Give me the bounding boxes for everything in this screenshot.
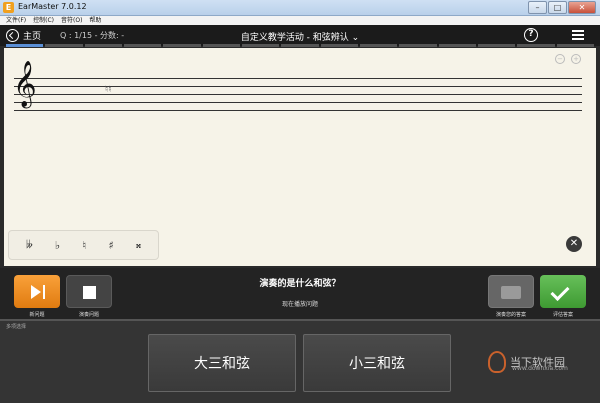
app-icon: E	[3, 2, 14, 13]
assess-answer-label: 评估答案	[552, 312, 573, 318]
hamburger-menu-icon[interactable]	[572, 30, 584, 40]
progress-segment	[281, 44, 319, 47]
staff-area: − + 𝄞 ♮♮ 𝄫 ♭ ♮ ♯ 𝄪 ✕	[4, 48, 596, 266]
menu-control[interactable]: 控制(C)	[33, 16, 54, 25]
progress-segment	[163, 44, 201, 47]
answer-minor-triad[interactable]: 小三和弦	[303, 334, 451, 392]
double-sharp-button[interactable]: 𝄪	[136, 238, 141, 252]
minimize-button[interactable]: –	[528, 1, 547, 14]
progress-segment	[399, 44, 437, 47]
accidental-palette: 𝄫 ♭ ♮ ♯ 𝄪	[8, 230, 159, 260]
new-question-label: 新问题	[29, 312, 45, 318]
checkmark-icon	[550, 281, 570, 302]
progress-segment	[359, 44, 398, 47]
zoom-in-icon[interactable]: +	[571, 54, 581, 64]
progress-segment	[123, 44, 162, 47]
watermark: 当下软件园 www.downxia.com	[488, 351, 568, 373]
watermark-logo-icon	[488, 351, 506, 373]
progress-segment	[6, 44, 44, 47]
progress-segment	[477, 44, 516, 47]
zoom-out-icon[interactable]: −	[555, 54, 565, 64]
watermark-url: www.downxia.com	[512, 365, 568, 372]
app-header: 主页 Q : 1/15 - 分数: - 自定义教学活动 - 和弦辨认 ⌄ ?	[0, 25, 600, 46]
lesson-title-dropdown[interactable]: 自定义教学活动 - 和弦辨认 ⌄	[0, 30, 600, 43]
progress-segment	[438, 44, 476, 47]
answer-major-triad[interactable]: 大三和弦	[148, 334, 296, 392]
menu-bar: 文件(F) 控制(C) 音符(O) 帮助	[0, 16, 600, 25]
progress-segment	[320, 44, 358, 47]
speaker-person-icon	[501, 286, 521, 299]
treble-clef: 𝄞	[13, 61, 37, 107]
question-progress	[6, 44, 594, 47]
earmaster-window: E EarMaster 7.0.12 – □ ✕ 文件(F) 控制(C) 音符(…	[0, 0, 600, 403]
staff-lines	[14, 78, 582, 118]
window-title: EarMaster 7.0.12	[18, 2, 87, 11]
play-question-label: 演奏问题	[78, 312, 99, 318]
assess-answer-button[interactable]	[540, 275, 586, 308]
play-answer-button[interactable]	[488, 275, 534, 308]
progress-segment	[202, 44, 240, 47]
chord-notes: ♮♮	[105, 85, 112, 95]
title-bar: E EarMaster 7.0.12 – □ ✕	[0, 0, 600, 16]
maximize-button[interactable]: □	[548, 1, 567, 14]
progress-segment	[556, 44, 594, 47]
menu-notes[interactable]: 音符(O)	[61, 16, 82, 25]
progress-segment	[45, 44, 83, 47]
menu-file[interactable]: 文件(F)	[6, 16, 26, 25]
progress-segment	[84, 44, 122, 47]
double-flat-button[interactable]: 𝄫	[26, 238, 33, 252]
answers-header: 多项选择	[6, 324, 27, 330]
close-window-button[interactable]: ✕	[568, 1, 596, 14]
control-bar: 新问题 演奏问题 演奏的是什么和弦？ 现在播放问题 演奏您的答案 评估答案	[0, 268, 600, 319]
clear-icon[interactable]: ✕	[566, 236, 582, 252]
flat-button[interactable]: ♭	[55, 239, 60, 252]
menu-help[interactable]: 帮助	[89, 16, 101, 25]
progress-segment	[241, 44, 280, 47]
progress-segment	[517, 44, 555, 47]
play-answer-label: 演奏您的答案	[495, 312, 526, 318]
natural-button[interactable]: ♮	[82, 239, 86, 252]
help-icon[interactable]: ?	[524, 28, 538, 42]
sharp-button[interactable]: ♯	[108, 239, 113, 252]
